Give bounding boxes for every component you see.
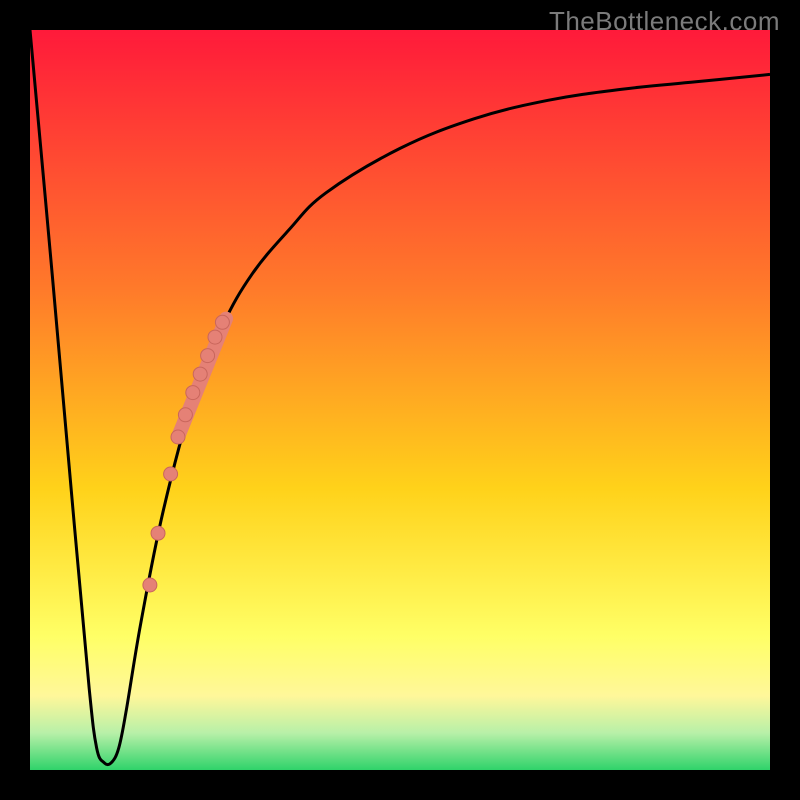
data-marker: [208, 330, 222, 344]
chart-svg: [30, 30, 770, 770]
data-marker: [143, 578, 157, 592]
data-marker: [215, 315, 229, 329]
gradient-background: [30, 30, 770, 770]
data-marker: [201, 349, 215, 363]
data-marker: [164, 467, 178, 481]
data-marker: [171, 430, 185, 444]
data-marker: [151, 526, 165, 540]
plot-area: [30, 30, 770, 770]
data-marker: [193, 367, 207, 381]
chart-frame: TheBottleneck.com: [0, 0, 800, 800]
data-marker: [178, 408, 192, 422]
data-marker: [186, 386, 200, 400]
